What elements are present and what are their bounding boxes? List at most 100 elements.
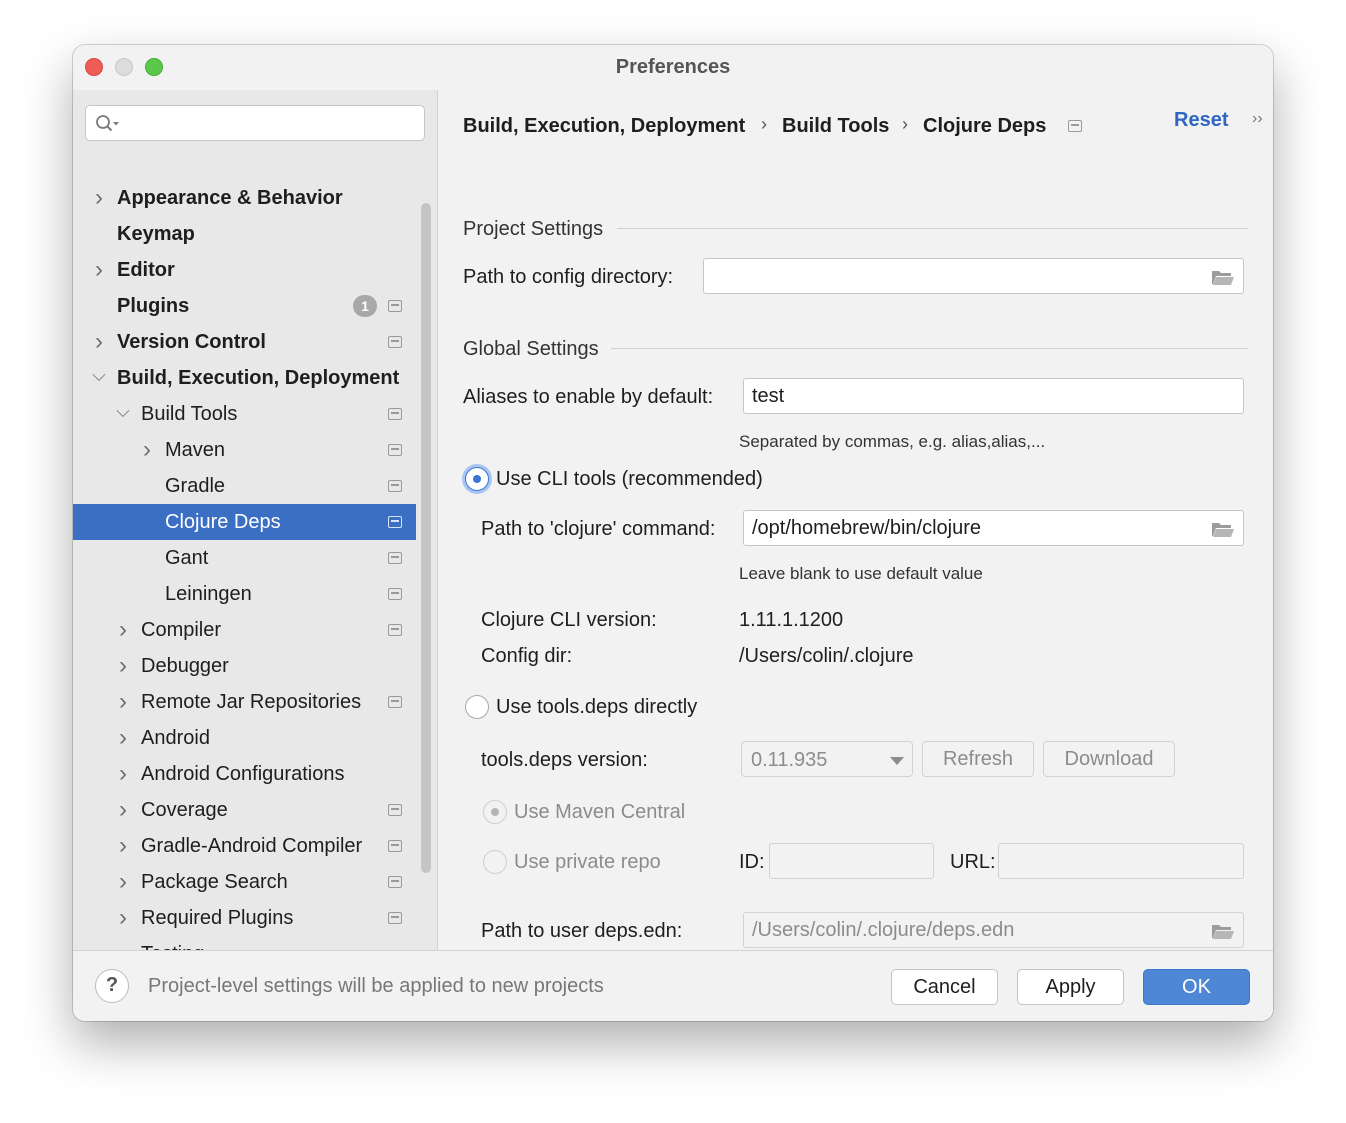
tools-deps-version-value: 0.11.935 bbox=[751, 749, 828, 771]
section-divider bbox=[611, 348, 1248, 349]
chevron-right-icon[interactable]: › bbox=[115, 648, 131, 684]
sidebar-item-maven[interactable]: › Maven bbox=[73, 432, 416, 468]
use-cli-tools-label[interactable]: Use CLI tools (recommended) bbox=[496, 468, 763, 491]
chevron-right-icon[interactable]: › bbox=[115, 720, 131, 756]
sidebar-item-build-tools[interactable]: ⌵ Build Tools bbox=[73, 396, 416, 432]
project-scope-icon bbox=[388, 408, 402, 420]
sidebar-item-version-control[interactable]: › Version Control bbox=[73, 324, 416, 360]
help-button[interactable]: ? bbox=[95, 969, 129, 1003]
chevron-right-icon[interactable]: › bbox=[115, 828, 131, 864]
sidebar-item-gant[interactable]: Gant bbox=[73, 540, 416, 576]
sidebar-item-debugger[interactable]: › Debugger bbox=[73, 648, 416, 684]
search-input[interactable] bbox=[124, 109, 418, 137]
chevron-right-icon[interactable]: › bbox=[115, 792, 131, 828]
ok-button[interactable]: OK bbox=[1143, 969, 1250, 1005]
preferences-window: Preferences › Appearance & Behavior Keymap… bbox=[73, 45, 1273, 1021]
use-tools-deps-label[interactable]: Use tools.deps directly bbox=[496, 696, 697, 719]
sidebar-item-leiningen[interactable]: Leiningen bbox=[73, 576, 416, 612]
use-tools-deps-radio[interactable] bbox=[465, 695, 489, 719]
sidebar-item-android[interactable]: › Android bbox=[73, 720, 416, 756]
use-maven-central-radio[interactable] bbox=[483, 800, 507, 824]
sidebar-item-label: Gant bbox=[165, 547, 209, 569]
chevron-right-icon[interactable]: › bbox=[91, 180, 107, 216]
sidebar-item-gradle[interactable]: Gradle bbox=[73, 468, 416, 504]
sidebar-item-clojure-deps[interactable]: Clojure Deps bbox=[73, 504, 416, 540]
reset-link[interactable]: Reset bbox=[1174, 109, 1228, 132]
chevron-right-icon[interactable]: › bbox=[115, 756, 131, 792]
aliases-input[interactable] bbox=[752, 383, 1235, 409]
sidebar-item-appearance-behavior[interactable]: › Appearance & Behavior bbox=[73, 180, 416, 216]
search-box[interactable] bbox=[85, 105, 425, 141]
search-icon bbox=[96, 115, 119, 132]
repo-id-input[interactable] bbox=[778, 848, 925, 874]
chevron-right-icon[interactable]: › bbox=[115, 864, 131, 900]
sidebar-item-label: Clojure Deps bbox=[165, 511, 281, 533]
breadcrumb-item-build-tools[interactable]: Build Tools bbox=[782, 115, 889, 138]
repo-url-input[interactable] bbox=[1007, 848, 1235, 874]
folder-icon[interactable] bbox=[1211, 922, 1235, 940]
chevron-right-icon[interactable]: › bbox=[115, 684, 131, 720]
chevron-down-icon[interactable]: ⌵ bbox=[115, 396, 131, 432]
sidebar-item-editor[interactable]: › Editor bbox=[73, 252, 416, 288]
use-private-repo-label[interactable]: Use private repo bbox=[514, 851, 661, 874]
project-scope-icon bbox=[388, 804, 402, 816]
global-settings-heading: Global Settings bbox=[463, 338, 599, 360]
use-private-repo-radio[interactable] bbox=[483, 850, 507, 874]
config-directory-input[interactable] bbox=[712, 263, 1203, 289]
sidebar-item-label: Gradle-Android Compiler bbox=[141, 835, 363, 857]
more-chevron-icon[interactable]: ›› bbox=[1252, 110, 1263, 128]
folder-icon[interactable] bbox=[1211, 520, 1235, 538]
download-button[interactable]: Download bbox=[1043, 741, 1175, 777]
sidebar-item-compiler[interactable]: › Compiler bbox=[73, 612, 416, 648]
folder-icon[interactable] bbox=[1211, 268, 1235, 286]
breadcrumb-separator: › bbox=[902, 114, 908, 134]
user-deps-label: Path to user deps.edn: bbox=[481, 920, 683, 942]
sidebar-item-gradle-android-compiler[interactable]: › Gradle-Android Compiler bbox=[73, 828, 416, 864]
sidebar-item-label: Coverage bbox=[141, 799, 228, 821]
chevron-right-icon[interactable]: › bbox=[115, 900, 131, 936]
chevron-right-icon[interactable]: › bbox=[91, 324, 107, 360]
chevron-right-icon[interactable]: › bbox=[115, 612, 131, 648]
section-divider bbox=[617, 228, 1248, 229]
sidebar-item-label: Android bbox=[141, 727, 210, 749]
tools-deps-version-label: tools.deps version: bbox=[481, 749, 648, 771]
sidebar-item-label: Build Tools bbox=[141, 403, 238, 425]
repo-id-label: ID: bbox=[739, 851, 765, 873]
use-cli-tools-radio[interactable] bbox=[465, 467, 489, 491]
repo-url-label: URL: bbox=[950, 851, 996, 873]
project-scope-icon bbox=[388, 876, 402, 888]
sidebar-item-remote-jar-repositories[interactable]: › Remote Jar Repositories bbox=[73, 684, 416, 720]
sidebar-item-android-configurations[interactable]: › Android Configurations bbox=[73, 756, 416, 792]
settings-panel: Build, Execution, Deployment › Build Too… bbox=[439, 90, 1273, 950]
tools-deps-version-select[interactable]: 0.11.935 bbox=[741, 741, 913, 777]
sidebar-item-package-search[interactable]: › Package Search bbox=[73, 864, 416, 900]
project-scope-icon bbox=[388, 480, 402, 492]
project-scope-icon bbox=[388, 552, 402, 564]
sidebar-item-label: Package Search bbox=[141, 871, 288, 893]
footer-message: Project-level settings will be applied t… bbox=[148, 975, 604, 997]
sidebar-item-label: Debugger bbox=[141, 655, 229, 677]
settings-sidebar: › Appearance & Behavior Keymap › Editor Plugi… bbox=[73, 90, 438, 967]
project-scope-icon bbox=[388, 624, 402, 636]
sidebar-item-label: Compiler bbox=[141, 619, 222, 641]
apply-button[interactable]: Apply bbox=[1017, 969, 1124, 1005]
sidebar-item-coverage[interactable]: › Coverage bbox=[73, 792, 416, 828]
sidebar-scrollbar[interactable] bbox=[421, 203, 431, 873]
clojure-command-input[interactable] bbox=[752, 515, 1203, 541]
use-maven-central-label[interactable]: Use Maven Central bbox=[514, 801, 685, 824]
refresh-button[interactable]: Refresh bbox=[922, 741, 1034, 777]
sidebar-item-required-plugins[interactable]: › Required Plugins bbox=[73, 900, 416, 936]
project-scope-icon bbox=[388, 444, 402, 456]
chevron-right-icon[interactable]: › bbox=[91, 252, 107, 288]
breadcrumb-item-build-execution-deployment[interactable]: Build, Execution, Deployment bbox=[463, 115, 745, 138]
chevron-down-icon bbox=[890, 757, 904, 765]
chevron-right-icon[interactable]: › bbox=[139, 432, 155, 468]
sidebar-item-plugins[interactable]: Plugins 1 bbox=[73, 288, 416, 324]
user-deps-input[interactable] bbox=[752, 917, 1203, 943]
sidebar-item-build-execution-deployment[interactable]: ⌵ Build, Execution, Deployment bbox=[73, 360, 416, 396]
project-scope-icon bbox=[388, 912, 402, 924]
sidebar-item-keymap[interactable]: Keymap bbox=[73, 216, 416, 252]
chevron-down-icon[interactable]: ⌵ bbox=[91, 360, 107, 396]
cancel-button[interactable]: Cancel bbox=[891, 969, 998, 1005]
breadcrumb-item-clojure-deps: Clojure Deps bbox=[923, 115, 1047, 137]
